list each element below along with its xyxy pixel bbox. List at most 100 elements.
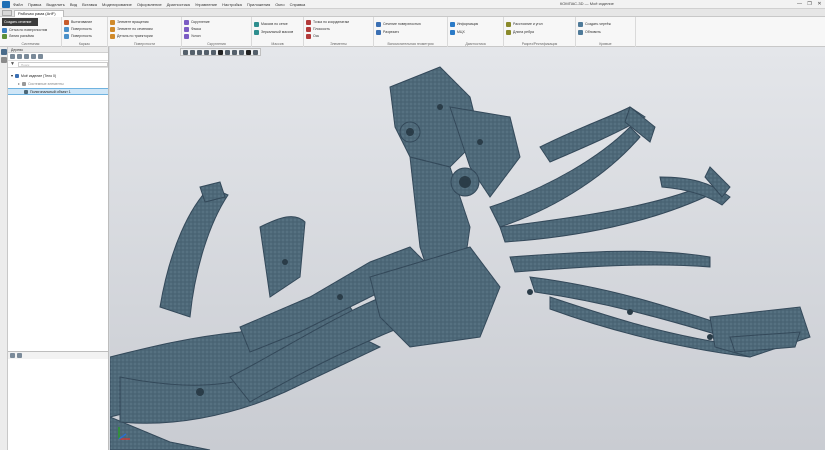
window-title: КОМПАС-3D — Моё изделие [560, 1, 614, 6]
sort-icon[interactable] [24, 54, 29, 59]
draft-icon [184, 33, 189, 39]
ribbon-group-label: Диагностика [465, 42, 486, 46]
minimize-button[interactable]: — [796, 1, 803, 7]
ribbon-group-label: Вспомогательная геометрия [387, 42, 434, 46]
chamfer-icon [184, 26, 189, 32]
filter-icon: ▼ [10, 61, 15, 67]
menu-edit[interactable]: Правка [28, 2, 42, 7]
document-icon[interactable] [10, 353, 15, 358]
panel-bottom-toolbar [8, 351, 108, 359]
expand-icon[interactable] [31, 54, 36, 59]
ribbon-group-label: Скругления [207, 42, 226, 46]
expand-arrow-icon[interactable]: ▾ [11, 73, 13, 78]
tree-item-root[interactable]: ▾ Моё изделие (Тело 0) [8, 72, 108, 79]
model-tree-panel: Дерево ▼ Поиск ▾ Моё изделие (Тело 0) ▸ … [8, 47, 109, 450]
ribbon-item[interactable]: Уклон [184, 33, 250, 39]
filter-row: ▼ Поиск [8, 61, 108, 68]
assembly-icon [15, 73, 20, 78]
tree-item-mesh[interactable]: Полигональный объект 1 [8, 88, 108, 95]
ribbon-item[interactable]: Создать чертёж [578, 21, 634, 27]
ribbon-item[interactable]: Поверхность [64, 33, 106, 39]
ribbon-item[interactable]: Вытягивание [64, 19, 106, 25]
menu-manage[interactable]: Управление [195, 2, 217, 7]
revolve-icon [110, 19, 115, 25]
ribbon-item[interactable]: Точка по координатам [306, 19, 372, 25]
ribbon-item[interactable]: Линия разъёма [2, 33, 60, 39]
menu-settings[interactable]: Настройка [222, 2, 242, 7]
ribbon-item[interactable]: Разрезать [376, 29, 446, 35]
ribbon-item[interactable]: Длина ребра [506, 29, 574, 35]
app-logo-icon[interactable] [2, 0, 10, 8]
ribbon-item[interactable]: Элемент вращения [110, 19, 180, 25]
menu-help[interactable]: Справка [290, 2, 306, 7]
point-icon [306, 19, 311, 25]
ribbon-group-diagnostics: Информация МЦХ Диагностика [448, 17, 504, 47]
section-surface-icon [376, 21, 381, 27]
motorcycle-frame-mesh[interactable] [110, 47, 825, 450]
ribbon-group-aux-geometry: Сечение поверхностью Разрезать Вспомогат… [374, 17, 448, 47]
close-button[interactable]: ✕ [816, 1, 823, 7]
menu-file[interactable]: Файл [13, 2, 23, 7]
ribbon-item[interactable]: Ось [306, 33, 372, 39]
3d-viewport[interactable] [110, 47, 825, 450]
surface-icon [64, 26, 69, 32]
left-vertical-toolbar [0, 47, 8, 450]
ribbon-group-array: Массив по сетке Зеркальный массив Массив [252, 17, 304, 47]
ribbon: Создать сечение Сетка по поверхностям Ли… [0, 17, 825, 47]
ribbon-item[interactable]: Поверхность [64, 26, 106, 32]
collapse-icon[interactable] [38, 54, 43, 59]
surface-icon [64, 33, 69, 39]
ribbon-group-label: Массив [271, 42, 284, 46]
menu-diagnostics[interactable]: Диагностика [167, 2, 190, 7]
panel-toolbar [8, 53, 108, 61]
menu-insert[interactable]: Вставка [82, 2, 97, 7]
axis-icon [306, 33, 311, 39]
ribbon-item[interactable]: Фаска [184, 26, 250, 32]
document-tab[interactable]: Рабочая рама (ArtF) [14, 10, 64, 17]
tree-item-system[interactable]: ▸ Системные элементы [8, 80, 108, 87]
ribbon-item[interactable]: Обновить [578, 29, 634, 35]
menu-view[interactable]: Вид [70, 2, 77, 7]
layers-icon[interactable] [17, 353, 22, 358]
create-drawing-icon [578, 21, 583, 27]
structure-icon[interactable] [17, 54, 22, 59]
expand-arrow-icon[interactable]: ▸ [18, 81, 20, 86]
home-tab-button[interactable] [2, 10, 12, 16]
ribbon-group-label: Разрез/Ректификация [521, 42, 558, 46]
ribbon-item[interactable]: Массив по сетке [254, 21, 302, 27]
tree-panel-icon[interactable] [1, 49, 7, 55]
ribbon-item[interactable]: Деталь по траектории [110, 33, 180, 39]
ribbon-group-label: Кривые [599, 42, 612, 46]
menu-select[interactable]: Выделить [46, 2, 64, 7]
parting-line-icon [2, 33, 7, 39]
ribbon-item[interactable]: Скругление [184, 19, 250, 25]
ribbon-item[interactable]: Элемент по сечениям [110, 26, 180, 32]
axis-triad-icon [118, 427, 130, 440]
info-icon [450, 21, 455, 27]
ribbon-item[interactable]: Плоскость [306, 26, 372, 32]
document-tabstrip: Рабочая рама (ArtF) [0, 9, 825, 17]
menu-modeling[interactable]: Моделирование [102, 2, 132, 7]
tree-search-input[interactable]: Поиск [17, 61, 108, 67]
menu-apps[interactable]: Приложения [247, 2, 270, 7]
menu-drawing[interactable]: Оформление [137, 2, 162, 7]
properties-panel-icon[interactable] [1, 57, 7, 63]
tree-view-icon[interactable] [10, 54, 15, 59]
maximize-button[interactable]: ❐ [806, 1, 813, 7]
menu-window[interactable]: Окно [275, 2, 284, 7]
ribbon-group-system: Сетка по поверхностям Линия разъёма Сист… [0, 17, 62, 47]
ribbon-group-measure: Расстояние и угол Длина ребра Разрез/Рек… [504, 17, 576, 47]
ribbon-item[interactable]: Сечение поверхностью [376, 21, 446, 27]
ribbon-item[interactable]: Расстояние и угол [506, 21, 574, 27]
ribbon-group-frame: Вытягивание Поверхность Поверхность Карк… [62, 17, 108, 47]
ribbon-item[interactable]: Информация [450, 21, 502, 27]
ribbon-group-label: Поверхности [133, 42, 156, 46]
plane-icon [306, 26, 311, 32]
mirror-icon [254, 29, 259, 35]
cut-icon [376, 29, 381, 35]
ribbon-item[interactable]: МЦХ [450, 29, 502, 35]
ribbon-item[interactable]: Зеркальный массив [254, 29, 302, 35]
mass-properties-icon [450, 29, 455, 35]
grid-array-icon [254, 21, 259, 27]
refresh-icon [578, 29, 583, 35]
